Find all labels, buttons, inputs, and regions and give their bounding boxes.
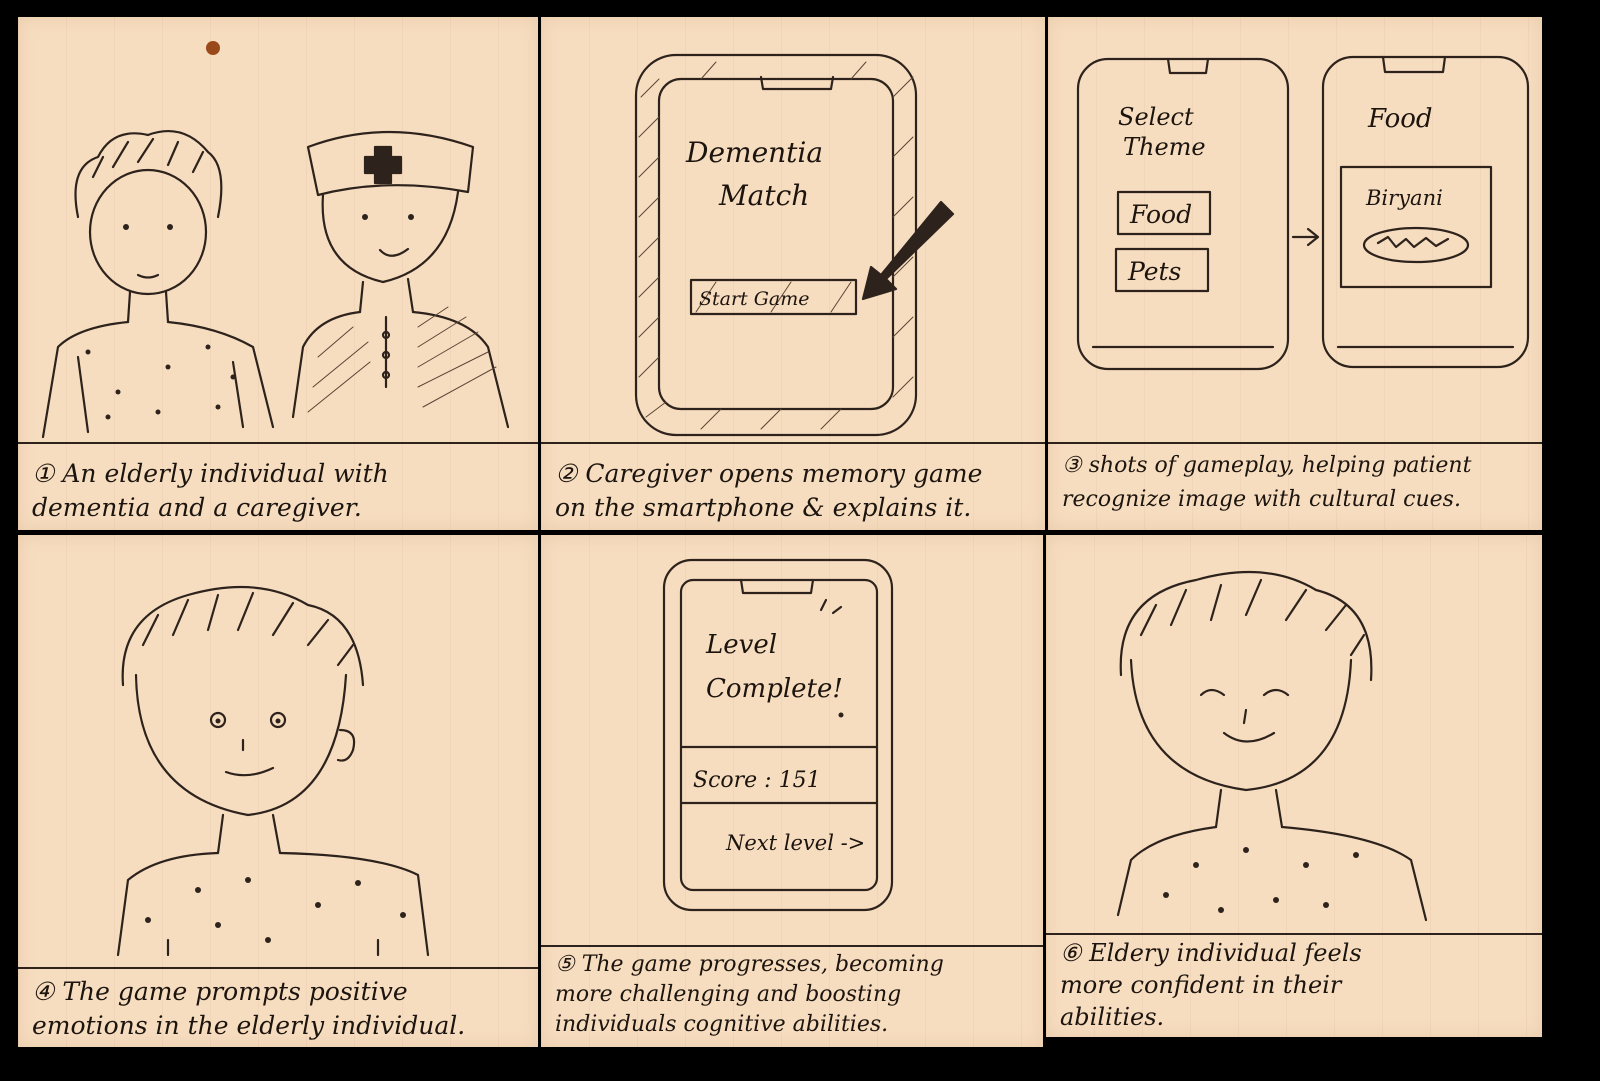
caption-line: ④ The game prompts positive — [32, 977, 408, 1006]
panel-5: Level Complete! Score : 151 Next level -… — [541, 535, 1043, 1047]
gameplay-screens-sketch: Select Theme Food Pets Food Biryani — [1076, 55, 1530, 371]
panel-divider — [18, 967, 538, 969]
caption-line: ② Caregiver opens memory game — [555, 459, 983, 488]
panel-6: ⑥ Eldery individual feels more confident… — [1046, 535, 1542, 1037]
panel-divider — [1048, 442, 1542, 444]
caption-line: more confident in their — [1060, 971, 1342, 999]
screen-title: Match — [718, 179, 809, 212]
caption-line: more challenging and boosting — [555, 982, 902, 1007]
caption-line: ③ shots of gameplay, helping patient — [1062, 453, 1472, 478]
panel-divider — [1046, 933, 1542, 935]
phone-start-screen-sketch: Dementia Match Start Game — [634, 53, 955, 437]
select-theme-title: Select — [1118, 103, 1194, 131]
storyboard: ① An elderly individual with dementia an… — [0, 0, 1600, 1081]
food-screen-title: Food — [1367, 104, 1433, 134]
elderly-smiling-sketch — [116, 585, 430, 957]
score-label: Score : 151 — [693, 768, 821, 793]
biryani-card-label: Biryani — [1365, 186, 1443, 210]
panel-divider — [541, 945, 1043, 947]
screen-title: Dementia — [685, 136, 823, 169]
caption-line: individuals cognitive abilities. — [555, 1012, 889, 1037]
panel-3: Select Theme Food Pets Food Biryani ③ sh… — [1048, 17, 1542, 530]
next-level-label: Next level -> — [725, 831, 865, 855]
caption-line: emotions in the elderly individual. — [32, 1011, 466, 1040]
food-option-label: Food — [1129, 200, 1192, 229]
pets-option-label: Pets — [1127, 257, 1181, 286]
caption-line: dementia and a caregiver. — [32, 493, 362, 522]
caption-line: recognize image with cultural cues. — [1062, 487, 1461, 512]
panel-1: ① An elderly individual with dementia an… — [18, 17, 538, 530]
select-theme-title: Theme — [1123, 133, 1206, 161]
panel-divider — [18, 442, 538, 444]
level-title: Complete! — [706, 674, 843, 704]
confident-elderly-sketch — [1116, 570, 1428, 922]
level-title: Level — [705, 630, 777, 660]
caption-line: ⑤ The game progresses, becoming — [555, 952, 944, 977]
caption-line: ① An elderly individual with — [32, 459, 389, 488]
elderly-and-caregiver-sketch — [41, 130, 510, 439]
caption-line: abilities. — [1060, 1003, 1165, 1031]
panel-2: Dementia Match Start Game ② Caregiver op… — [541, 17, 1045, 530]
caption-line: ⑥ Eldery individual feels — [1060, 939, 1362, 967]
start-game-button-label: Start Game — [699, 288, 810, 310]
panel-divider — [541, 442, 1045, 444]
caption-line: on the smartphone & explains it. — [555, 493, 972, 522]
panel-4: ④ The game prompts positive emotions in … — [18, 535, 538, 1047]
phone-level-complete-sketch: Level Complete! Score : 151 Next level -… — [662, 558, 894, 912]
